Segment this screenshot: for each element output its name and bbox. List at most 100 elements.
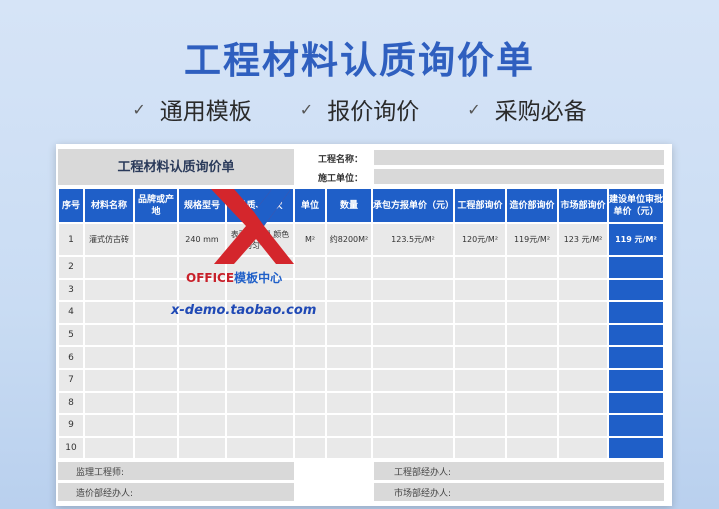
table-cell[interactable] xyxy=(84,369,134,392)
table-cell[interactable] xyxy=(454,301,506,324)
table-cell[interactable] xyxy=(84,323,134,347)
table-cell[interactable] xyxy=(506,414,558,437)
table-cell[interactable] xyxy=(326,414,372,437)
table-cell[interactable] xyxy=(506,391,558,415)
table-cell[interactable] xyxy=(506,323,558,347)
table-cell[interactable] xyxy=(178,323,226,347)
approved-price-cell[interactable] xyxy=(608,278,664,302)
table-cell[interactable] xyxy=(134,256,178,279)
table-cell[interactable] xyxy=(326,256,372,279)
table-cell[interactable]: 123 元/M² xyxy=(558,223,608,256)
table-cell[interactable] xyxy=(178,369,226,392)
approved-price-cell[interactable] xyxy=(608,301,664,324)
table-cell[interactable] xyxy=(506,256,558,279)
table-cell[interactable]: 约8200M² xyxy=(326,223,372,256)
table-cell[interactable] xyxy=(294,391,326,415)
table-cell[interactable] xyxy=(454,391,506,415)
table-cell[interactable] xyxy=(134,278,178,302)
table-cell[interactable] xyxy=(506,278,558,302)
table-cell[interactable] xyxy=(226,323,294,347)
table-cell[interactable] xyxy=(454,414,506,437)
approved-price-cell[interactable] xyxy=(608,436,664,460)
table-cell[interactable] xyxy=(326,301,372,324)
table-cell[interactable]: M² xyxy=(294,223,326,256)
table-cell[interactable] xyxy=(294,323,326,347)
table-cell[interactable] xyxy=(226,414,294,437)
table-cell[interactable]: 123.5元/M² xyxy=(372,223,454,256)
table-cell[interactable] xyxy=(454,256,506,279)
table-cell[interactable] xyxy=(372,391,454,415)
table-cell[interactable] xyxy=(372,301,454,324)
table-cell[interactable] xyxy=(454,346,506,369)
approved-price-cell[interactable] xyxy=(608,369,664,392)
table-cell[interactable] xyxy=(84,278,134,302)
table-cell[interactable] xyxy=(372,346,454,369)
table-cell[interactable] xyxy=(294,436,326,460)
table-cell[interactable]: 灌式仿古砖 xyxy=(84,223,134,256)
table-cell[interactable] xyxy=(326,346,372,369)
table-cell[interactable] xyxy=(326,278,372,302)
table-cell[interactable] xyxy=(506,369,558,392)
table-cell[interactable] xyxy=(84,301,134,324)
table-cell[interactable] xyxy=(326,436,372,460)
table-cell[interactable] xyxy=(134,323,178,347)
table-cell[interactable] xyxy=(178,391,226,415)
approved-price-cell[interactable] xyxy=(608,323,664,347)
table-cell[interactable] xyxy=(294,346,326,369)
table-cell[interactable]: 119元/M² xyxy=(506,223,558,256)
table-cell[interactable] xyxy=(294,256,326,279)
table-cell[interactable] xyxy=(134,436,178,460)
approved-price-cell[interactable] xyxy=(608,346,664,369)
table-cell[interactable] xyxy=(134,369,178,392)
table-cell[interactable] xyxy=(294,278,326,302)
table-cell[interactable] xyxy=(84,414,134,437)
table-cell[interactable] xyxy=(326,323,372,347)
table-cell[interactable] xyxy=(372,436,454,460)
table-cell[interactable] xyxy=(178,414,226,437)
table-cell[interactable] xyxy=(372,414,454,437)
table-cell[interactable] xyxy=(372,278,454,302)
table-cell[interactable] xyxy=(454,278,506,302)
table-cell[interactable] xyxy=(84,391,134,415)
table-cell[interactable] xyxy=(294,369,326,392)
approved-price-cell[interactable] xyxy=(608,414,664,437)
table-cell[interactable] xyxy=(558,369,608,392)
table-cell[interactable] xyxy=(84,346,134,369)
table-cell[interactable] xyxy=(84,436,134,460)
table-cell[interactable] xyxy=(558,323,608,347)
table-cell[interactable] xyxy=(294,414,326,437)
table-cell[interactable] xyxy=(454,436,506,460)
construction-unit-field[interactable] xyxy=(374,169,664,184)
table-cell[interactable] xyxy=(454,323,506,347)
table-cell[interactable] xyxy=(558,256,608,279)
table-cell[interactable] xyxy=(226,346,294,369)
table-cell[interactable] xyxy=(178,346,226,369)
table-cell[interactable] xyxy=(372,369,454,392)
table-cell[interactable] xyxy=(506,346,558,369)
table-cell[interactable] xyxy=(372,323,454,347)
table-cell[interactable] xyxy=(134,223,178,256)
table-cell[interactable] xyxy=(134,391,178,415)
table-cell[interactable] xyxy=(226,436,294,460)
table-cell[interactable] xyxy=(558,436,608,460)
table-cell[interactable] xyxy=(372,256,454,279)
approved-price-cell[interactable] xyxy=(608,256,664,279)
table-cell[interactable] xyxy=(84,256,134,279)
table-cell[interactable] xyxy=(558,346,608,369)
table-cell[interactable] xyxy=(558,414,608,437)
table-cell[interactable] xyxy=(558,301,608,324)
table-cell[interactable] xyxy=(326,369,372,392)
table-cell[interactable] xyxy=(226,391,294,415)
table-cell[interactable] xyxy=(558,278,608,302)
table-cell[interactable] xyxy=(558,391,608,415)
table-cell[interactable]: 119 元/M² xyxy=(608,223,664,256)
table-cell[interactable] xyxy=(134,346,178,369)
table-cell[interactable] xyxy=(226,369,294,392)
table-cell[interactable] xyxy=(506,436,558,460)
table-cell[interactable] xyxy=(326,391,372,415)
table-cell[interactable] xyxy=(134,414,178,437)
project-name-field[interactable] xyxy=(374,150,664,165)
table-cell[interactable] xyxy=(178,436,226,460)
table-cell[interactable] xyxy=(454,369,506,392)
table-cell[interactable] xyxy=(506,301,558,324)
